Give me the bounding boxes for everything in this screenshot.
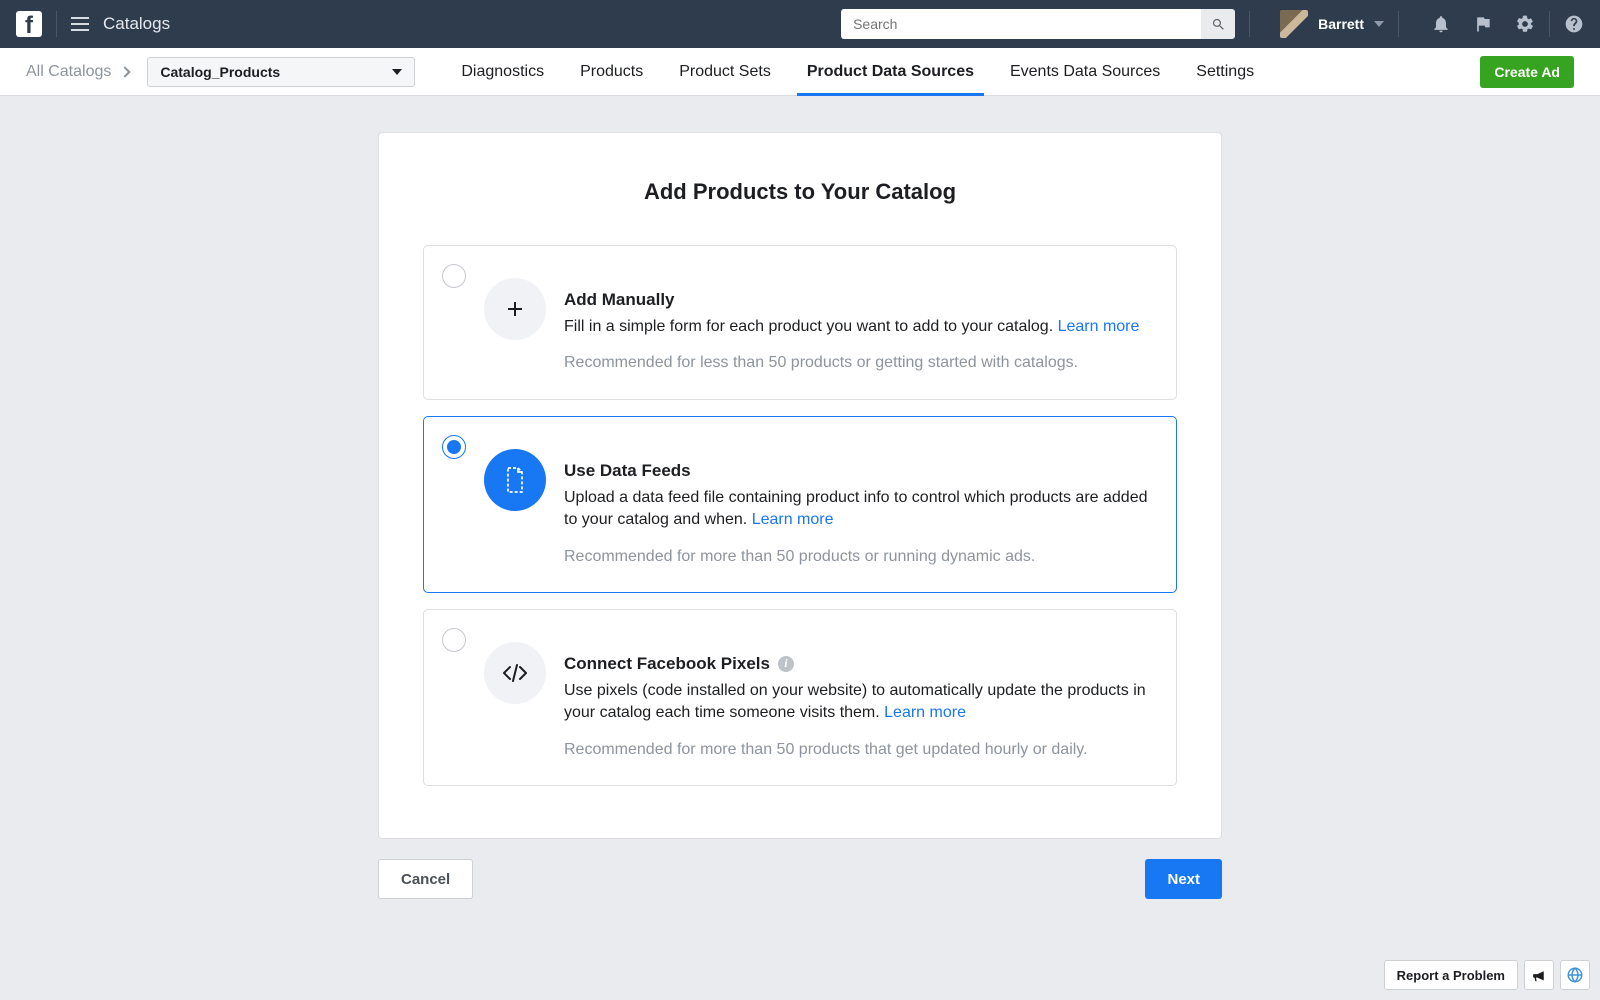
globe-icon[interactable] (1560, 960, 1590, 990)
account-menu[interactable]: Barrett (1280, 10, 1384, 38)
global-search (841, 9, 1235, 39)
cancel-button[interactable]: Cancel (378, 859, 473, 899)
tab-products[interactable]: Products (562, 48, 661, 95)
divider (1249, 11, 1250, 37)
option-title: Use Data Feeds (564, 461, 1158, 481)
catalog-subnav: All Catalogs Catalog_Products Diagnostic… (0, 48, 1600, 96)
catalog-selected-label: Catalog_Products (160, 64, 280, 80)
radio[interactable] (442, 264, 466, 288)
search-button[interactable] (1201, 9, 1235, 39)
radio[interactable] (442, 628, 466, 652)
divider (56, 11, 57, 37)
chevron-right-icon (120, 66, 131, 77)
tab-product-sets[interactable]: Product Sets (661, 48, 789, 95)
catalog-selector[interactable]: Catalog_Products (147, 57, 415, 87)
user-name: Barrett (1318, 16, 1364, 32)
gear-icon[interactable] (1515, 14, 1535, 34)
option-title: Add Manually (564, 290, 1158, 310)
notifications-icon[interactable] (1431, 14, 1451, 34)
option-recommendation: Recommended for more than 50 products th… (564, 739, 1158, 761)
create-ad-button[interactable]: Create Ad (1480, 56, 1574, 88)
option-title: Connect Facebook Pixels i (564, 654, 1158, 674)
divider (1398, 11, 1399, 37)
option-description: Fill in a simple form for each product y… (564, 316, 1158, 338)
flag-icon[interactable] (1473, 14, 1493, 34)
megaphone-icon[interactable] (1524, 960, 1554, 990)
tab-events-data-sources[interactable]: Events Data Sources (992, 48, 1178, 95)
breadcrumb-all-catalogs[interactable]: All Catalogs (26, 63, 129, 81)
learn-more-link[interactable]: Learn more (752, 511, 834, 528)
facebook-logo[interactable]: f (16, 11, 42, 37)
report-problem-button[interactable]: Report a Problem (1384, 960, 1518, 990)
option-use-data-feeds[interactable]: Use Data Feeds Upload a data feed file co… (423, 416, 1177, 593)
radio[interactable] (442, 435, 466, 459)
option-description: Upload a data feed file containing produ… (564, 487, 1158, 532)
chevron-down-icon (1374, 21, 1384, 27)
code-icon (484, 642, 546, 704)
tab-settings[interactable]: Settings (1178, 48, 1272, 95)
app-title: Catalogs (103, 14, 170, 34)
search-input[interactable] (841, 9, 1201, 39)
chevron-down-icon (392, 69, 402, 75)
plus-icon (484, 278, 546, 340)
tab-product-data-sources[interactable]: Product Data Sources (789, 48, 992, 95)
avatar (1280, 10, 1308, 38)
help-icon[interactable] (1564, 14, 1584, 34)
info-icon[interactable]: i (778, 656, 794, 672)
option-add-manually[interactable]: Add Manually Fill in a simple form for ea… (423, 245, 1177, 400)
hamburger-menu-icon[interactable] (71, 17, 89, 31)
search-icon (1211, 17, 1226, 32)
file-icon (484, 449, 546, 511)
learn-more-link[interactable]: Learn more (884, 704, 966, 721)
divider (1549, 11, 1550, 37)
option-description: Use pixels (code installed on your websi… (564, 680, 1158, 725)
learn-more-link[interactable]: Learn more (1058, 318, 1140, 335)
panel-title: Add Products to Your Catalog (379, 179, 1221, 205)
breadcrumb-label: All Catalogs (26, 63, 111, 81)
global-topbar: f Catalogs Barrett (0, 0, 1600, 48)
next-button[interactable]: Next (1145, 859, 1222, 899)
option-recommendation: Recommended for more than 50 products or… (564, 546, 1158, 568)
tab-diagnostics[interactable]: Diagnostics (443, 48, 562, 95)
add-products-panel: Add Products to Your Catalog Add Manuall… (378, 132, 1222, 839)
option-recommendation: Recommended for less than 50 products or… (564, 352, 1158, 374)
option-connect-facebook-pixels[interactable]: Connect Facebook Pixels i Use pixels (cod… (423, 609, 1177, 786)
